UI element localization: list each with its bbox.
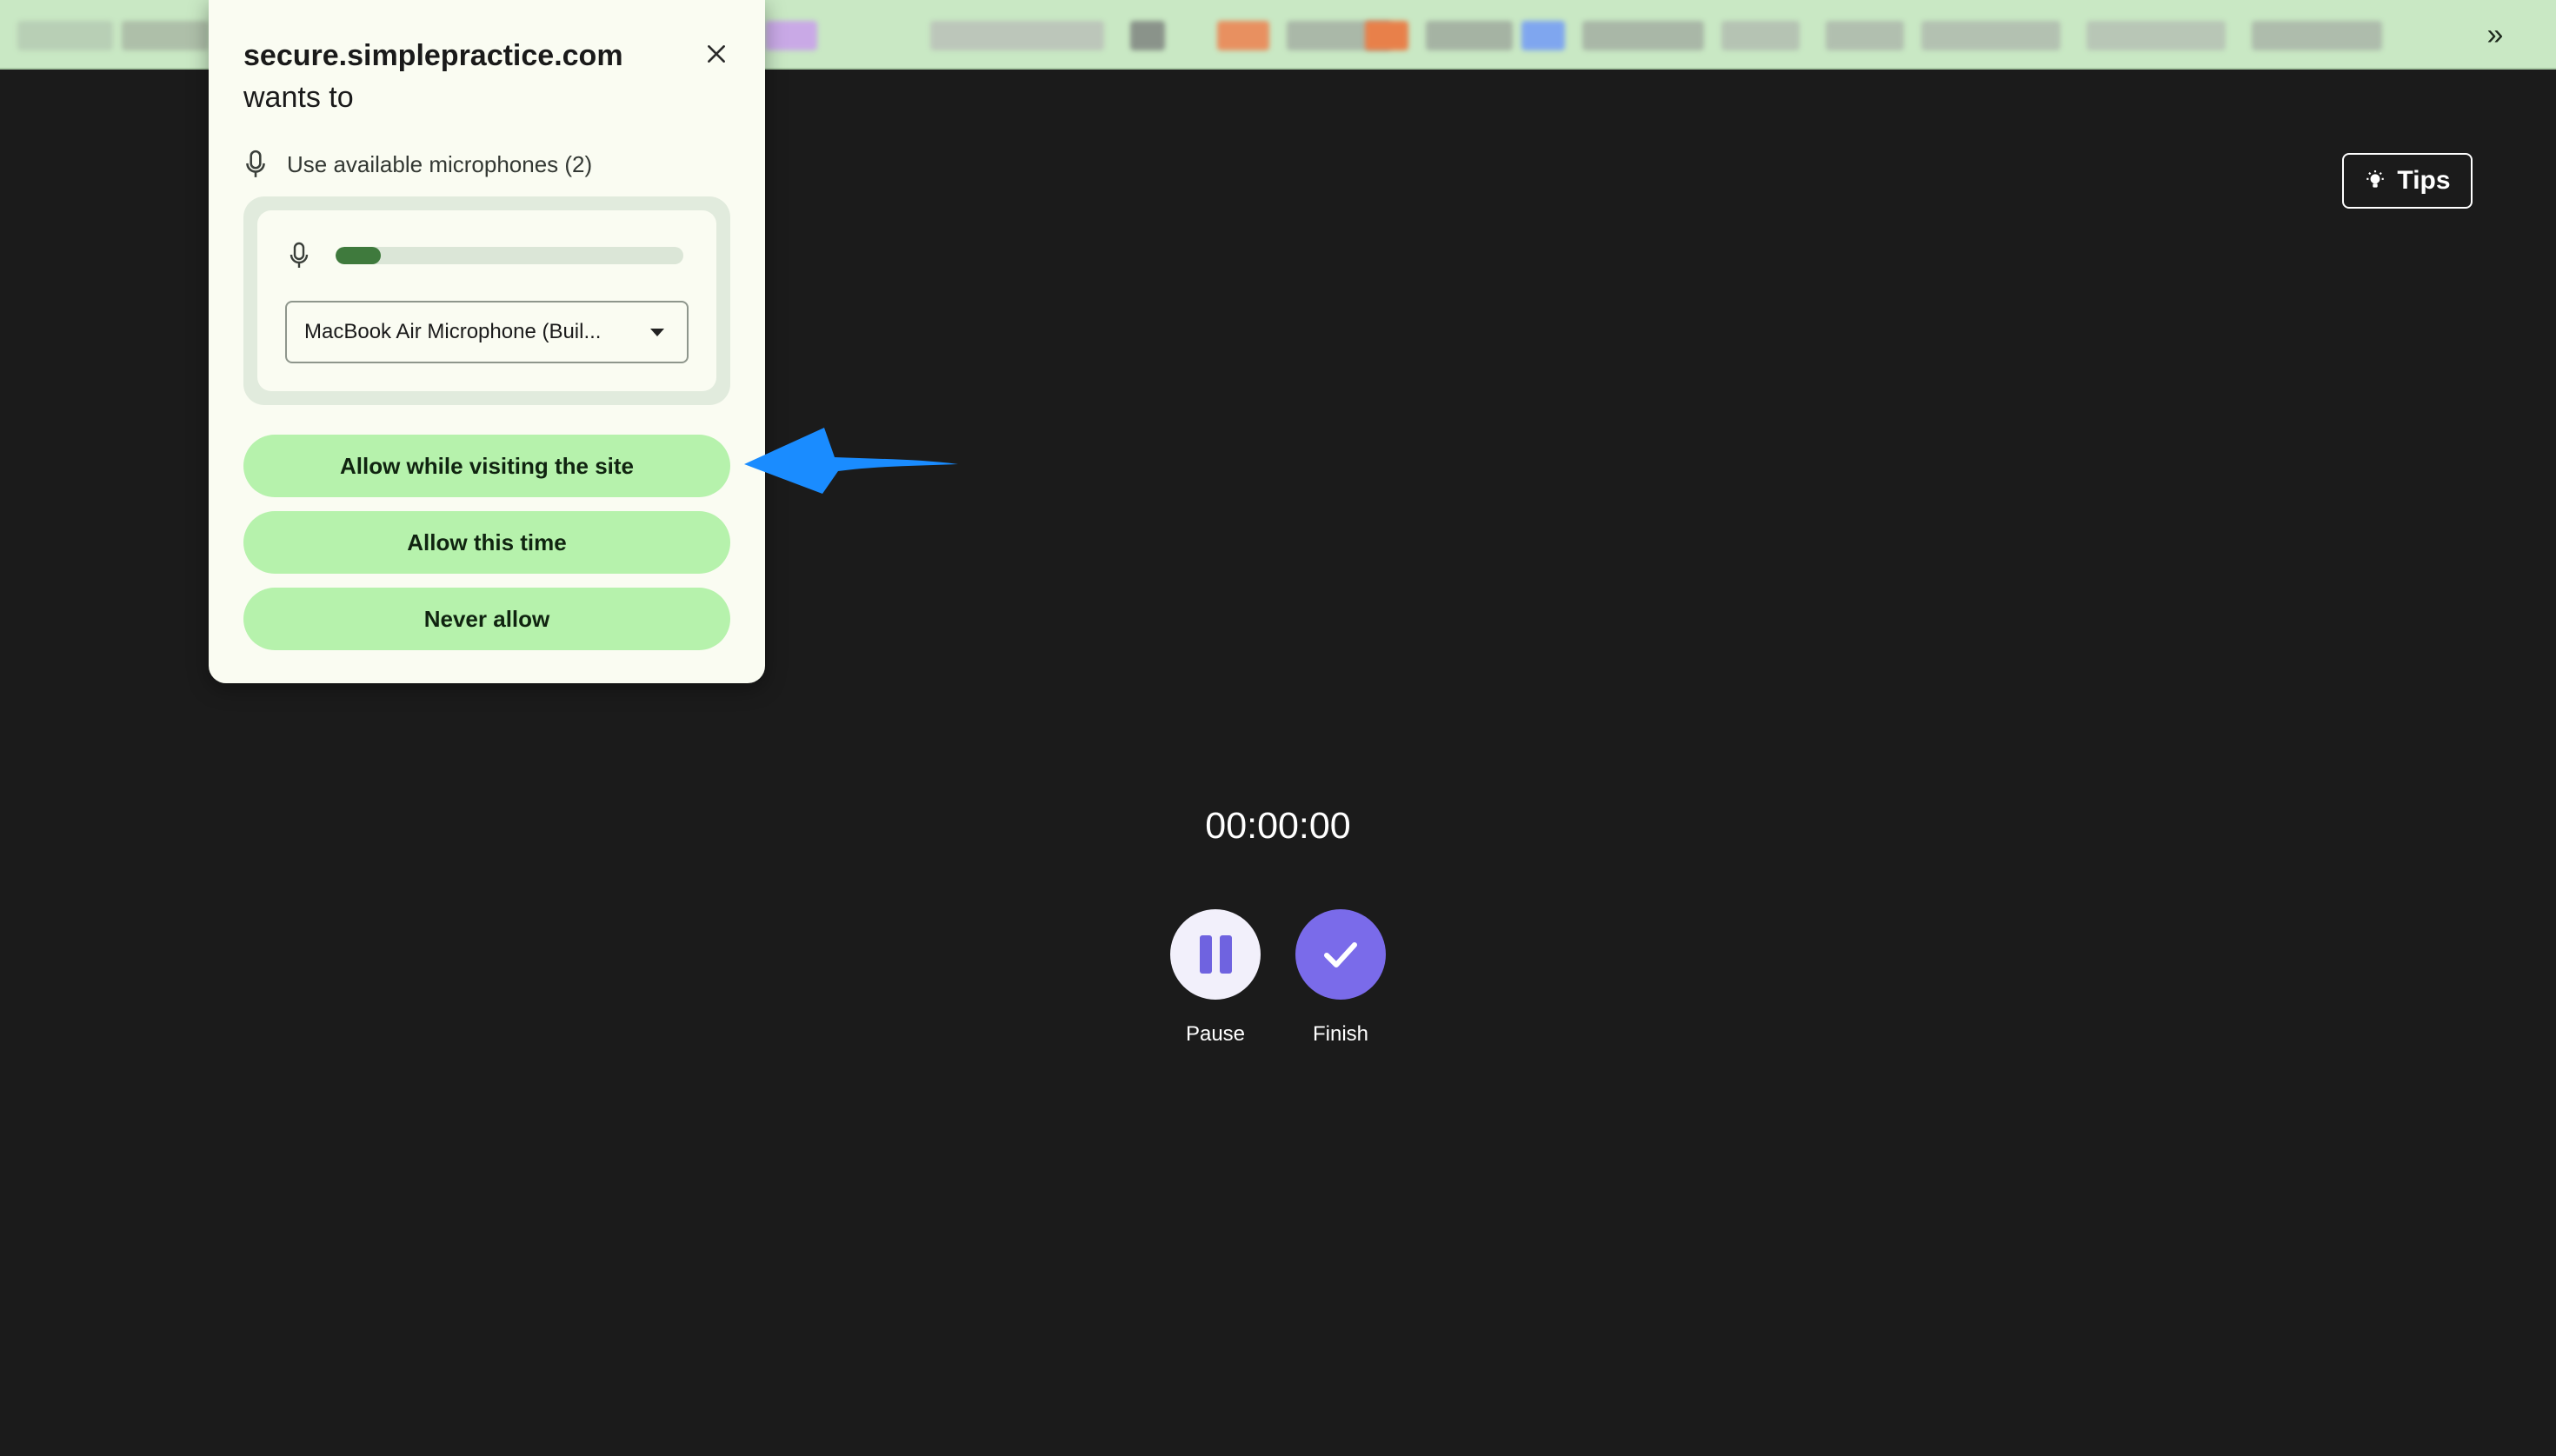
popup-title: secure.simplepractice.com wants to [243,35,696,118]
bookmark-item[interactable] [1582,21,1704,50]
microphone-panel-inner: MacBook Air Microphone (Buil... [257,210,716,391]
recording-timer: 00:00:00 [1205,805,1351,847]
bookmark-item[interactable] [17,21,113,50]
microphone-icon [290,242,309,268]
bookmark-item[interactable] [1521,21,1565,50]
recording-page: » Tips 00:00:00 Pause Finish secure.simp… [0,0,2556,1456]
bookmark-item[interactable] [765,21,817,50]
close-button[interactable] [697,35,736,73]
bookmark-item[interactable] [122,21,209,50]
checkmark-icon [1324,942,1357,967]
microphone-request-text: Use available microphones (2) [287,150,593,177]
bookmark-item[interactable] [2087,21,2226,50]
site-name: secure.simplepractice.com [243,39,623,72]
bookmark-item[interactable] [1921,21,2060,50]
allow-while-visiting-button[interactable]: Allow while visiting the site [243,435,730,497]
mic-level-fill [336,247,381,264]
finish-button[interactable] [1295,909,1386,1000]
pause-icon [1199,935,1232,974]
never-allow-label: Never allow [423,605,550,632]
selected-microphone: MacBook Air Microphone (Buil... [304,320,602,343]
microphone-request: Use available microphones (2) [243,150,592,179]
bookmark-item[interactable] [1426,21,1513,50]
mic-level-meter [336,247,683,264]
bookmarks-overflow-button[interactable]: » [2478,19,2513,50]
pause-label: Pause [1185,1022,1246,1046]
bookmark-item[interactable] [1721,21,1800,50]
allow-this-time-button[interactable]: Allow this time [243,511,730,574]
pause-button[interactable] [1170,909,1261,1000]
microphone-permission-popup: secure.simplepractice.com wants to Use a… [209,0,765,683]
finish-label: Finish [1312,1022,1369,1046]
wants-to-text: wants to [243,81,354,114]
allow-while-visiting-label: Allow while visiting the site [339,452,635,479]
tips-label: Tips [2397,166,2451,195]
microphone-select[interactable]: MacBook Air Microphone (Buil... [285,301,689,363]
mic-level-row [289,242,683,269]
bookmark-item[interactable] [1217,21,1269,50]
allow-this-time-label: Allow this time [407,529,567,555]
caret-down-icon [650,329,664,336]
microphone-icon [246,150,265,177]
bookmark-item[interactable] [1130,21,1165,50]
double-chevron-right-icon: » [2486,18,2504,51]
bookmark-item[interactable] [1365,21,1408,50]
bookmark-item[interactable] [930,21,1104,50]
bookmark-item[interactable] [2252,21,2382,50]
microphone-panel: MacBook Air Microphone (Buil... [243,196,730,405]
close-icon [708,45,725,63]
annotation-arrow-icon [744,428,958,494]
bookmark-item[interactable] [1826,21,1904,50]
never-allow-button[interactable]: Never allow [243,588,730,650]
tips-button[interactable]: Tips [2342,153,2473,209]
lightbulb-icon [2366,170,2385,188]
